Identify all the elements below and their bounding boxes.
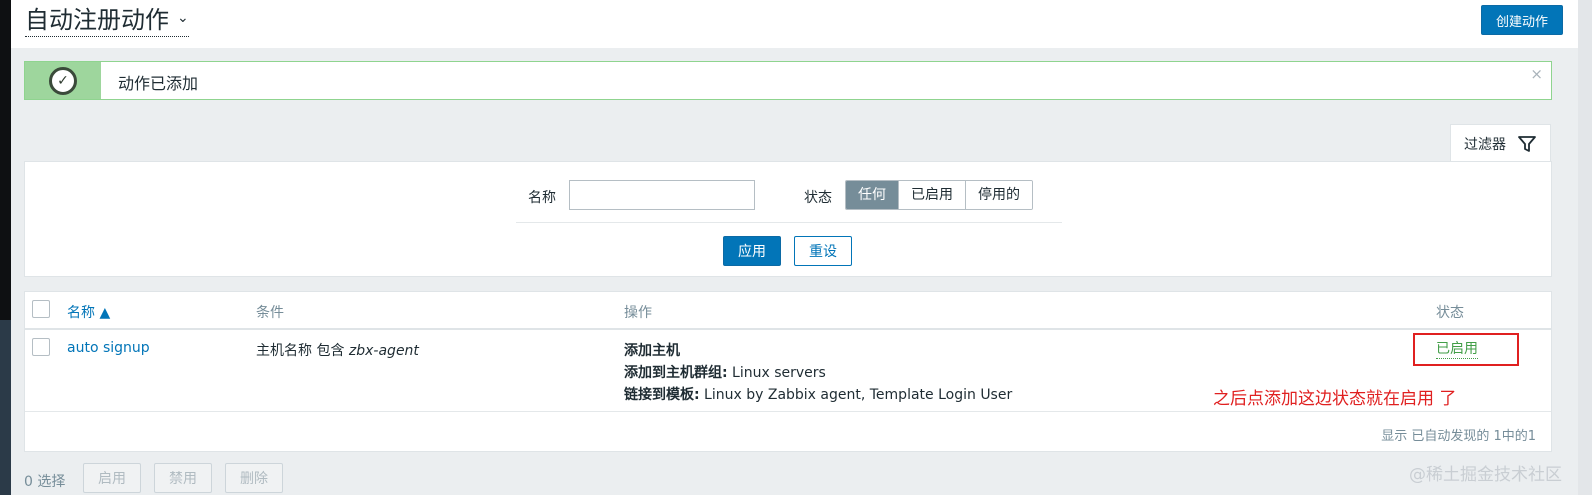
status-option-enabled[interactable]: 已启用 [899, 181, 966, 209]
filter-tab-label: 过滤器 [1464, 136, 1506, 153]
condition-value: zbx-agent [348, 343, 419, 359]
check-circle-icon: ✓ [49, 67, 77, 95]
table-header-divider [25, 328, 1551, 330]
reset-button[interactable]: 重设 [794, 236, 852, 266]
operation-label: 添加到主机群组: [624, 365, 728, 381]
left-edge-strip-lower [0, 320, 11, 495]
chevron-down-icon: ⌄ [177, 10, 189, 26]
selected-count: 0 选择 [24, 474, 66, 490]
select-all-checkbox[interactable] [32, 300, 50, 318]
filter-divider [516, 222, 1062, 223]
annotation-note: 之后点添加这边状态就在启用 了 [1213, 389, 1457, 409]
watermark: @稀土掘金技术社区 [1409, 465, 1562, 485]
action-name-link[interactable]: auto signup [67, 340, 150, 356]
left-edge-strip [0, 0, 11, 495]
filter-status-label: 状态 [804, 190, 832, 206]
create-action-button[interactable]: 创建动作 [1480, 5, 1563, 35]
operation-value: Linux by Zabbix agent, Template Login Us… [699, 387, 1013, 403]
success-message-text: 动作已添加 [118, 74, 199, 93]
operation-label: 链接到模板: [624, 387, 700, 403]
column-header-conditions: 条件 [256, 305, 284, 321]
filter-panel: 名称 状态 任何 已启用 停用的 应用 重设 [24, 161, 1552, 277]
filter-name-label: 名称 [528, 190, 556, 206]
filter-status-segmented: 任何 已启用 停用的 [845, 180, 1033, 210]
action-condition: 主机名称 包含 zbx-agent [256, 340, 419, 360]
column-header-operations: 操作 [624, 305, 652, 321]
right-scrollbar-track[interactable] [1578, 0, 1592, 495]
filter-name-input[interactable] [569, 180, 755, 210]
success-message: ✓ 动作已添加 × [24, 61, 1552, 100]
row-checkbox[interactable] [32, 338, 50, 356]
mass-enable-button[interactable]: 启用 [83, 463, 141, 493]
operation-line-3: 链接到模板: Linux by Zabbix agent, Template L… [624, 384, 1012, 404]
operation-line-2: 添加到主机群组: Linux servers [624, 362, 826, 382]
filter-tab[interactable]: 过滤器 [1450, 124, 1551, 162]
operation-label: 添加主机 [624, 343, 680, 359]
apply-button[interactable]: 应用 [723, 236, 781, 266]
table-row-divider [25, 411, 1551, 412]
condition-prefix: 主机名称 包含 [256, 343, 349, 359]
close-icon[interactable]: × [1530, 65, 1543, 83]
operation-line-1: 添加主机 [624, 340, 680, 360]
status-toggle-link[interactable]: 已启用 [1436, 340, 1478, 359]
page-title-text: 自动注册动作 [25, 6, 169, 34]
actions-table: 名称 ▲ 条件 操作 状态 auto signup 主机名称 包含 zbx-ag… [24, 291, 1552, 452]
column-header-name[interactable]: 名称 ▲ [67, 302, 110, 322]
mass-disable-button[interactable]: 禁用 [154, 463, 212, 493]
filter-funnel-icon [1518, 135, 1536, 152]
status-option-disabled[interactable]: 停用的 [966, 181, 1032, 209]
status-option-any[interactable]: 任何 [846, 181, 899, 209]
column-header-status: 状态 [1436, 305, 1464, 321]
mass-delete-button[interactable]: 删除 [225, 463, 283, 493]
paging-summary: 显示 已自动发现的 1中的1 [1381, 429, 1536, 444]
operation-value: Linux servers [727, 365, 826, 381]
page-title-dropdown[interactable]: 自动注册动作 ⌄ [25, 4, 189, 37]
page-header: 自动注册动作 ⌄ 创建动作 [11, 0, 1578, 48]
